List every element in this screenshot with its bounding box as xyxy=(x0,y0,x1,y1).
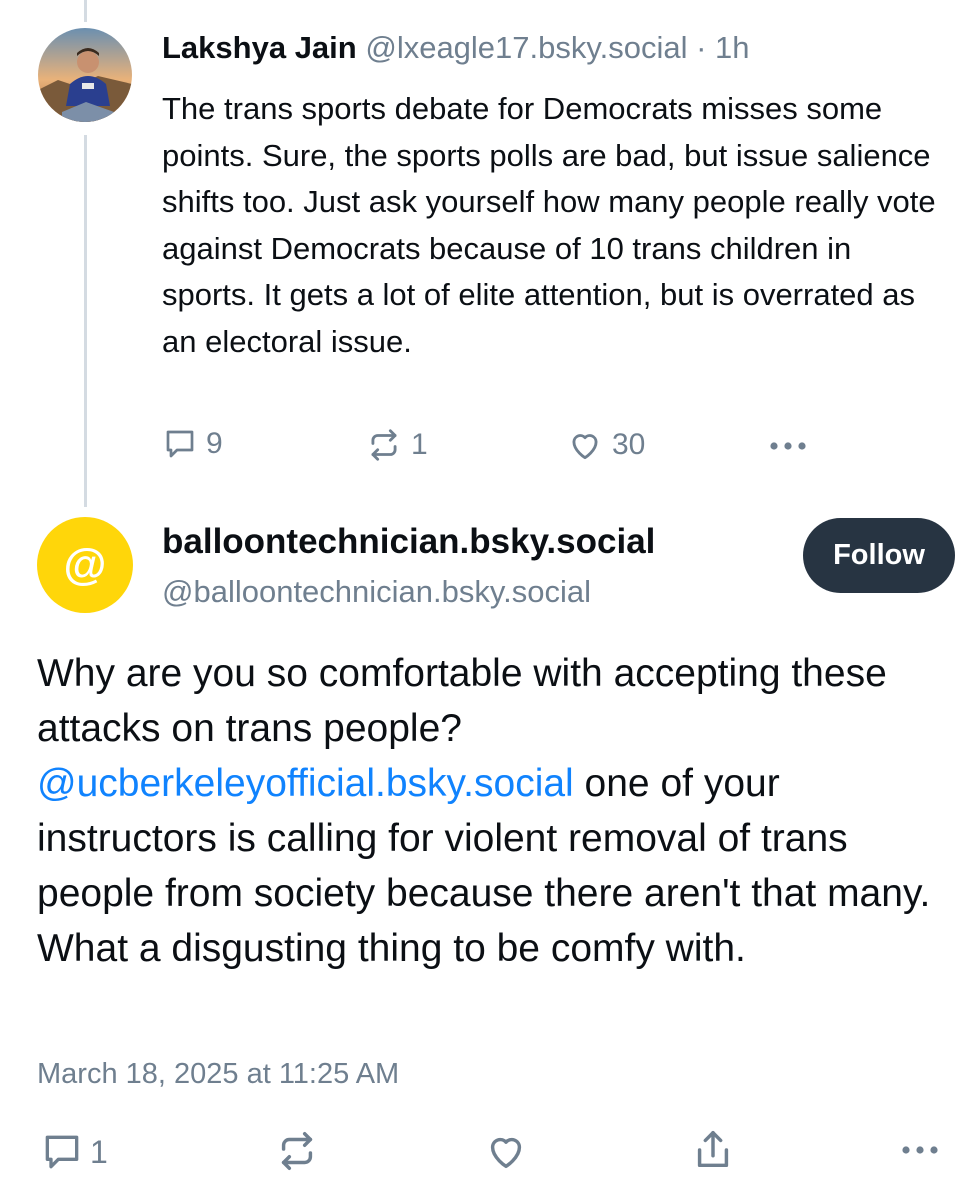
main-post-text-part1: Why are you so comfortable with acceptin… xyxy=(37,652,887,750)
balloontechnician-avatar[interactable]: @ xyxy=(37,517,133,613)
main-reply-count: 1 xyxy=(90,1133,108,1170)
reply-count: 9 xyxy=(206,427,223,460)
separator-dot: · xyxy=(687,30,716,65)
post-age: 1h xyxy=(715,30,750,65)
share-button[interactable] xyxy=(690,1126,736,1174)
share-upload-icon xyxy=(690,1126,736,1174)
main-post-actions: 1 xyxy=(0,1126,961,1176)
author-name[interactable]: Lakshya Jain xyxy=(162,30,357,65)
parent-post-text: The trans sports debate for Democrats mi… xyxy=(162,91,936,359)
repost-button[interactable]: 1 xyxy=(365,426,428,464)
main-post-text: Why are you so comfortable with acceptin… xyxy=(37,646,952,976)
lakshya-avatar[interactable] xyxy=(38,28,132,122)
parent-post-header: Lakshya Jain @lxeagle17.bsky.social · 1h xyxy=(162,30,750,66)
repost-arrows-icon xyxy=(365,426,403,464)
author-handle[interactable]: @lxeagle17.bsky.social xyxy=(365,30,687,65)
reply-button[interactable]: 9 xyxy=(162,426,223,462)
main-more-options-button[interactable] xyxy=(898,1132,942,1168)
main-reply-button[interactable]: 1 xyxy=(40,1130,108,1174)
avatar-at-symbol: @ xyxy=(63,540,107,589)
main-like-button[interactable] xyxy=(483,1128,529,1174)
main-post-display-name[interactable]: balloontechnician.bsky.social xyxy=(162,522,655,562)
more-options-button[interactable] xyxy=(766,428,810,464)
speech-bubble-icon xyxy=(40,1130,84,1174)
heart-icon xyxy=(483,1128,529,1174)
ellipsis-icon xyxy=(766,428,810,464)
follow-button[interactable]: Follow xyxy=(803,518,955,593)
heart-icon xyxy=(566,426,604,464)
parent-post-actions: 9 1 30 xyxy=(0,424,961,468)
speech-bubble-icon xyxy=(162,426,198,462)
like-count: 30 xyxy=(612,428,646,461)
mention-link[interactable]: @ucberkeleyofficial.bsky.social xyxy=(37,762,574,805)
post-timestamp: March 18, 2025 at 11:25 AM xyxy=(37,1058,400,1090)
like-button[interactable]: 30 xyxy=(566,426,645,464)
repost-count: 1 xyxy=(411,428,428,461)
thread-line-top xyxy=(84,0,87,22)
ellipsis-icon xyxy=(898,1132,942,1168)
main-repost-button[interactable] xyxy=(274,1128,320,1174)
repost-arrows-icon xyxy=(274,1128,320,1174)
main-post-handle[interactable]: @balloontechnician.bsky.social xyxy=(162,574,591,610)
